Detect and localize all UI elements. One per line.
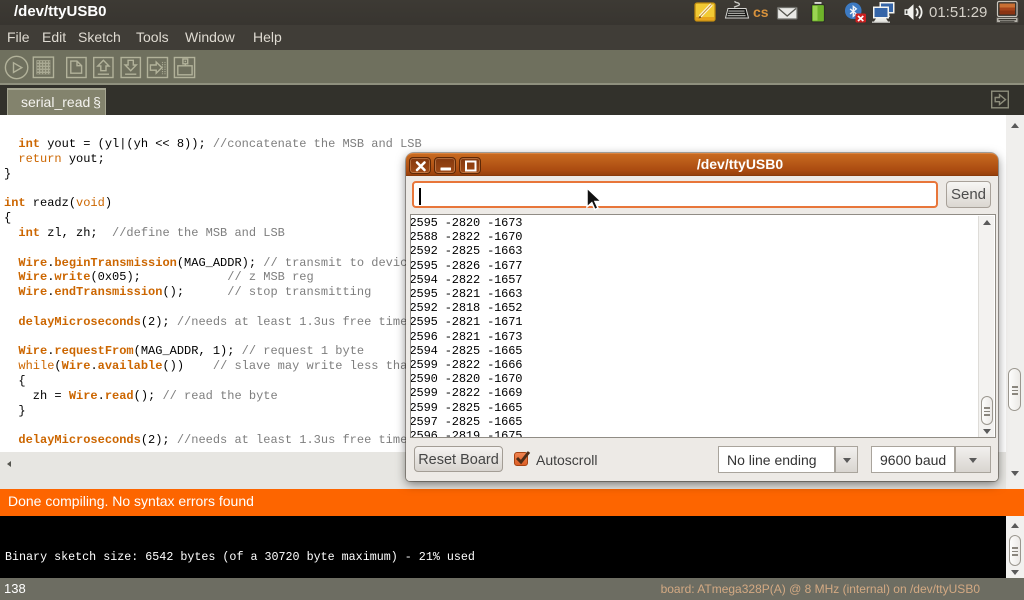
svg-text:cs: cs bbox=[753, 4, 769, 20]
